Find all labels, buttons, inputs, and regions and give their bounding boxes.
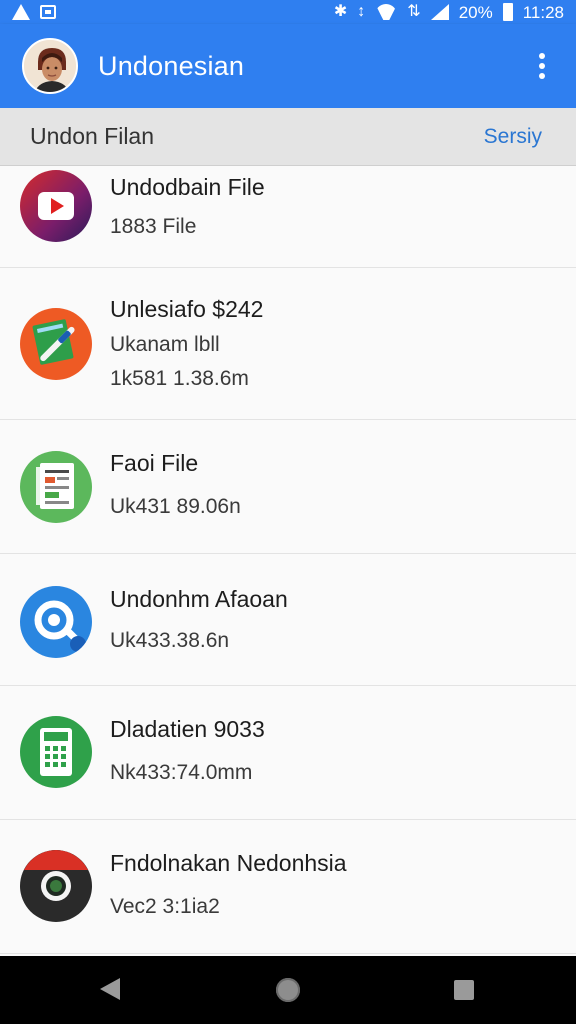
list-item-text: Undonhm Afaoan Uk433.38.6n (110, 586, 556, 653)
youtube-icon (20, 170, 92, 242)
list-item-text: Fndolnakan Nedonhsia Vec2 3:1ia2 (110, 850, 556, 919)
status-bar-right: ✱ ↕ ⇅ 20% 11:28 (334, 3, 564, 21)
status-bar: ✱ ↕ ⇅ 20% 11:28 (0, 0, 576, 24)
vibrate-icon: ↕ (357, 3, 366, 20)
list-item-detail: 1k581 1.38.6m (110, 367, 249, 390)
list-item[interactable]: Faoi File Uk431 89.06n (0, 420, 576, 554)
list-item-title: Undonhm Afaoan (110, 586, 288, 612)
list-item[interactable]: Fndolnakan Nedonhsia Vec2 3:1ia2 (0, 820, 576, 954)
avatar[interactable] (22, 38, 78, 94)
warning-icon (12, 4, 30, 20)
list-item-detail: Uk431 89.06n (110, 495, 241, 518)
home-icon[interactable] (276, 978, 300, 1002)
network-icon: ⇅ (407, 3, 421, 20)
back-icon[interactable] (100, 978, 120, 1000)
pen-app-icon (20, 308, 92, 380)
chrome-app-icon (20, 850, 92, 922)
list-item[interactable]: Dladatien 9033 Nk433:74.0mm (0, 686, 576, 820)
list-item-detail: Vec2 3:1ia2 (110, 895, 220, 918)
sub-header: Undon Filan Sersiy (0, 108, 576, 166)
sub-header-title: Undon Filan (30, 123, 155, 149)
search-app-icon (20, 586, 92, 658)
wifi-icon (375, 4, 397, 20)
list-item-detail: Uk433.38.6n (110, 629, 230, 652)
status-time: 11:28 (522, 2, 564, 22)
list-item[interactable]: Undodbain File 1883 File (0, 166, 576, 268)
nav-bar (0, 956, 576, 1024)
list-item-subtitle: Ukanam lbll (110, 333, 220, 356)
list-item-title: Fndolnakan Nedonhsia (110, 850, 347, 876)
app-title: Undonesian (98, 50, 245, 81)
battery-percent: 20% (458, 2, 493, 22)
app-bar: Undonesian (0, 24, 576, 108)
list-item-title: Undodbain File (110, 174, 265, 200)
calculator-app-icon (20, 716, 92, 788)
sub-header-action-button[interactable]: Sersiy (484, 125, 542, 149)
list-item-text: Dladatien 9033 Nk433:74.0mm (110, 716, 556, 785)
image-icon (40, 5, 56, 19)
file-list: Undodbain File 1883 File Unlesiafo $242 … (0, 166, 576, 956)
list-item-title: Unlesiafo $242 (110, 296, 264, 322)
list-item[interactable]: Undonhm Afaoan Uk433.38.6n (0, 554, 576, 686)
bluetooth-icon: ✱ (333, 3, 348, 20)
list-item-title: Faoi File (110, 450, 199, 476)
more-vert-icon[interactable] (532, 50, 552, 82)
status-bar-left (12, 4, 56, 20)
avatar-image (24, 40, 76, 92)
list-item-detail: Nk433:74.0mm (110, 761, 253, 784)
list-item-text: Faoi File Uk431 89.06n (110, 450, 556, 519)
list-item-title: Dladatien 9033 (110, 716, 265, 742)
list-item-detail: 1883 File (110, 215, 197, 238)
list-item-text: Undodbain File 1883 File (110, 174, 556, 239)
list-item-text: Unlesiafo $242 Ukanam lbll 1k581 1.38.6m (110, 296, 556, 391)
document-app-icon (20, 451, 92, 523)
recents-icon[interactable] (454, 980, 474, 1000)
signal-icon (430, 4, 449, 20)
battery-icon (502, 3, 513, 21)
list-item[interactable]: Unlesiafo $242 Ukanam lbll 1k581 1.38.6m (0, 268, 576, 420)
